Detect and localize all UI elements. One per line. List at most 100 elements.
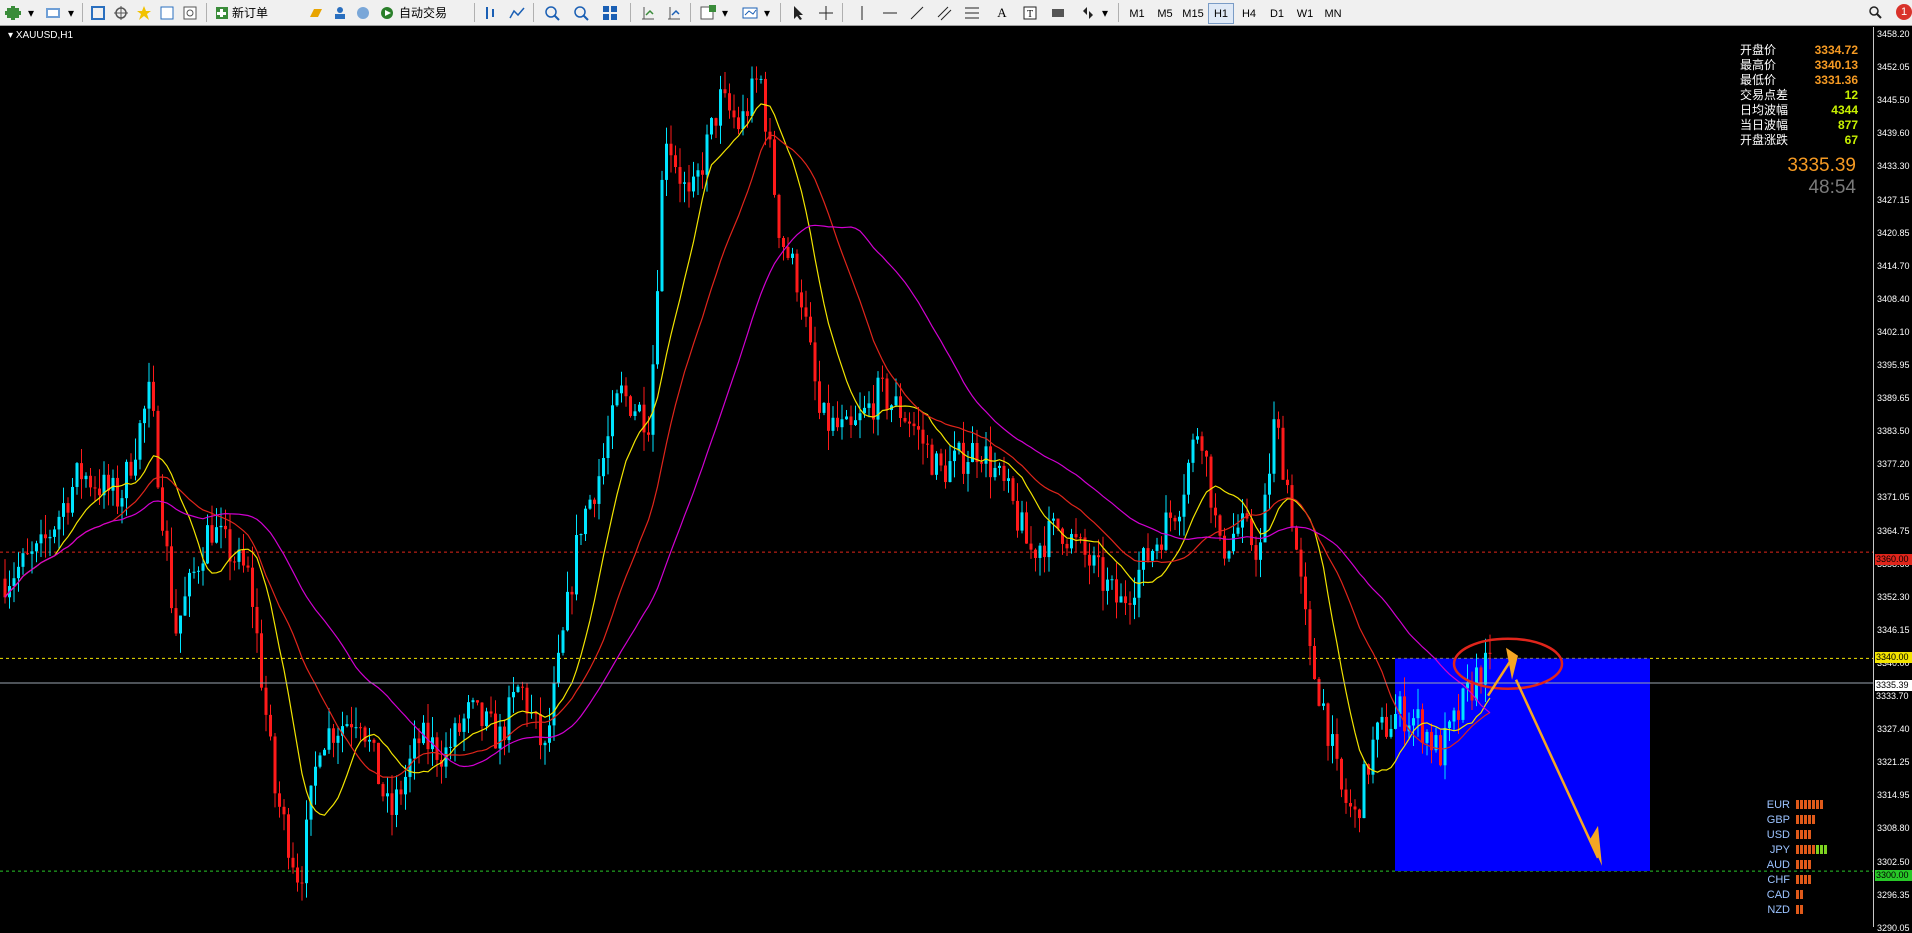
terminal-button[interactable]: [157, 3, 177, 22]
navigator-button[interactable]: [111, 3, 131, 22]
candle-body: [1304, 576, 1307, 610]
rectangle-icon: [1052, 8, 1064, 17]
candle-body: [539, 714, 542, 746]
crosshair-tool[interactable]: [816, 3, 836, 22]
zoom-out-button[interactable]: [571, 3, 591, 22]
price-axis[interactable]: 3458.20 3452.05 3445.50 3439.60 3433.30 3427.…: [1873, 27, 1912, 933]
candle-body: [543, 742, 547, 746]
indicators-button[interactable]: [698, 3, 718, 22]
candle-body: [791, 253, 794, 258]
globe-icon: [357, 6, 369, 19]
tile-windows-button[interactable]: [600, 3, 620, 22]
periodicity-icon: [742, 7, 758, 18]
notification-badge[interactable]: 1: [1896, 4, 1912, 20]
chart-shift-button[interactable]: [664, 3, 684, 22]
candle-body: [188, 572, 191, 597]
market-button[interactable]: [353, 3, 373, 22]
candle-body: [687, 182, 691, 192]
candle-body: [224, 525, 227, 530]
trendline-tool[interactable]: [907, 3, 927, 22]
candle-body: [318, 755, 322, 767]
signals-button[interactable]: [330, 3, 350, 22]
candle-body: [782, 237, 785, 248]
dropdown-arrow-icon-3[interactable]: ▾: [720, 3, 730, 22]
new-order-button[interactable]: 新订单: [211, 3, 272, 22]
chart-window[interactable]: ▾ XAUUSD,H1 开盘价 3334.72 最高价 3340.13 最低价 333…: [0, 27, 1912, 933]
info-open-row: 开盘价 3334.72: [1740, 43, 1858, 58]
tester-button[interactable]: [180, 3, 200, 22]
candle-body: [822, 402, 826, 413]
timeframe-mn[interactable]: MN: [1320, 3, 1346, 24]
timeframe-m15[interactable]: M15: [1180, 3, 1206, 24]
bar-chart-button[interactable]: [481, 3, 501, 22]
timeframe-d1[interactable]: D1: [1264, 3, 1290, 24]
candle-body: [989, 446, 992, 478]
candle-body: [48, 536, 52, 539]
strength-bars: [1796, 830, 1811, 839]
info-open-change-row: 开盘涨跌 67: [1740, 133, 1858, 148]
timeframe-h1[interactable]: H1: [1208, 3, 1234, 24]
fibonacci-tool[interactable]: [962, 3, 982, 22]
arrows-tool[interactable]: [1078, 3, 1098, 22]
candle-body: [179, 615, 182, 634]
timeframe-m1[interactable]: M1: [1124, 3, 1150, 24]
favorites-button[interactable]: [134, 3, 154, 22]
candle-body: [755, 78, 758, 80]
candle-body: [372, 739, 376, 743]
timeframe-m5[interactable]: M5: [1152, 3, 1178, 24]
periodicity-button[interactable]: [740, 3, 760, 22]
text-tool[interactable]: A: [992, 3, 1012, 22]
line-chart-button[interactable]: [507, 3, 527, 22]
market-watch-button[interactable]: [88, 3, 108, 22]
text-label-icon: T: [1023, 6, 1037, 20]
autoscroll-button[interactable]: [638, 3, 658, 22]
candle-body: [1443, 727, 1447, 766]
zoom-in-button[interactable]: [542, 3, 562, 22]
candle-body: [39, 534, 43, 544]
timeframe-h4[interactable]: H4: [1236, 3, 1262, 24]
candle-body: [426, 722, 430, 750]
new-chart-button[interactable]: [4, 3, 24, 22]
dropdown-arrow-icon-2[interactable]: ▾: [66, 3, 76, 22]
candle-body: [89, 475, 92, 488]
channel-tool[interactable]: [934, 3, 954, 22]
timeframe-w1[interactable]: W1: [1292, 3, 1318, 24]
info-avg-range-row: 日均波幅 4344: [1740, 103, 1858, 118]
candle-body: [521, 686, 524, 688]
auto-trading-button[interactable]: 自动交易: [376, 3, 451, 22]
person-icon: [335, 6, 345, 19]
candle-body: [273, 736, 277, 794]
candle-body: [1016, 500, 1019, 531]
cursor-tool[interactable]: [788, 3, 808, 22]
candle-body: [242, 549, 245, 566]
candle-body: [174, 608, 178, 634]
candle-body: [1344, 789, 1348, 803]
dropdown-arrow-icon[interactable]: ▾: [26, 3, 36, 22]
profiles-button[interactable]: [44, 3, 64, 22]
price-chart[interactable]: [0, 27, 1912, 927]
vertical-line-tool[interactable]: [852, 3, 872, 22]
dropdown-arrow-icon-5[interactable]: ▾: [1100, 3, 1110, 22]
dropdown-arrow-icon-4[interactable]: ▾: [762, 3, 772, 22]
horizontal-line-tool[interactable]: [880, 3, 900, 22]
price-tick: 3452.05: [1877, 62, 1910, 73]
candle-body: [408, 758, 412, 777]
candle-body: [44, 534, 47, 539]
history-button[interactable]: [306, 3, 326, 22]
candle-body: [1133, 597, 1136, 605]
candle-body: [413, 738, 416, 759]
candle-body: [129, 461, 133, 476]
candle-body: [692, 176, 695, 192]
candle-body: [1196, 436, 1199, 440]
rectangle-tool[interactable]: [1048, 3, 1068, 22]
candle-body: [728, 93, 731, 111]
info-high-value: 3340.13: [1814, 58, 1858, 72]
candle-body: [647, 432, 650, 435]
text-label-tool[interactable]: T: [1020, 3, 1040, 22]
candle-body: [818, 381, 821, 413]
candle-body: [80, 463, 83, 480]
candle-body: [588, 499, 592, 509]
search-icon[interactable]: [1868, 5, 1882, 19]
price-tick: 3290.05: [1877, 922, 1910, 933]
candle-body: [458, 723, 461, 732]
